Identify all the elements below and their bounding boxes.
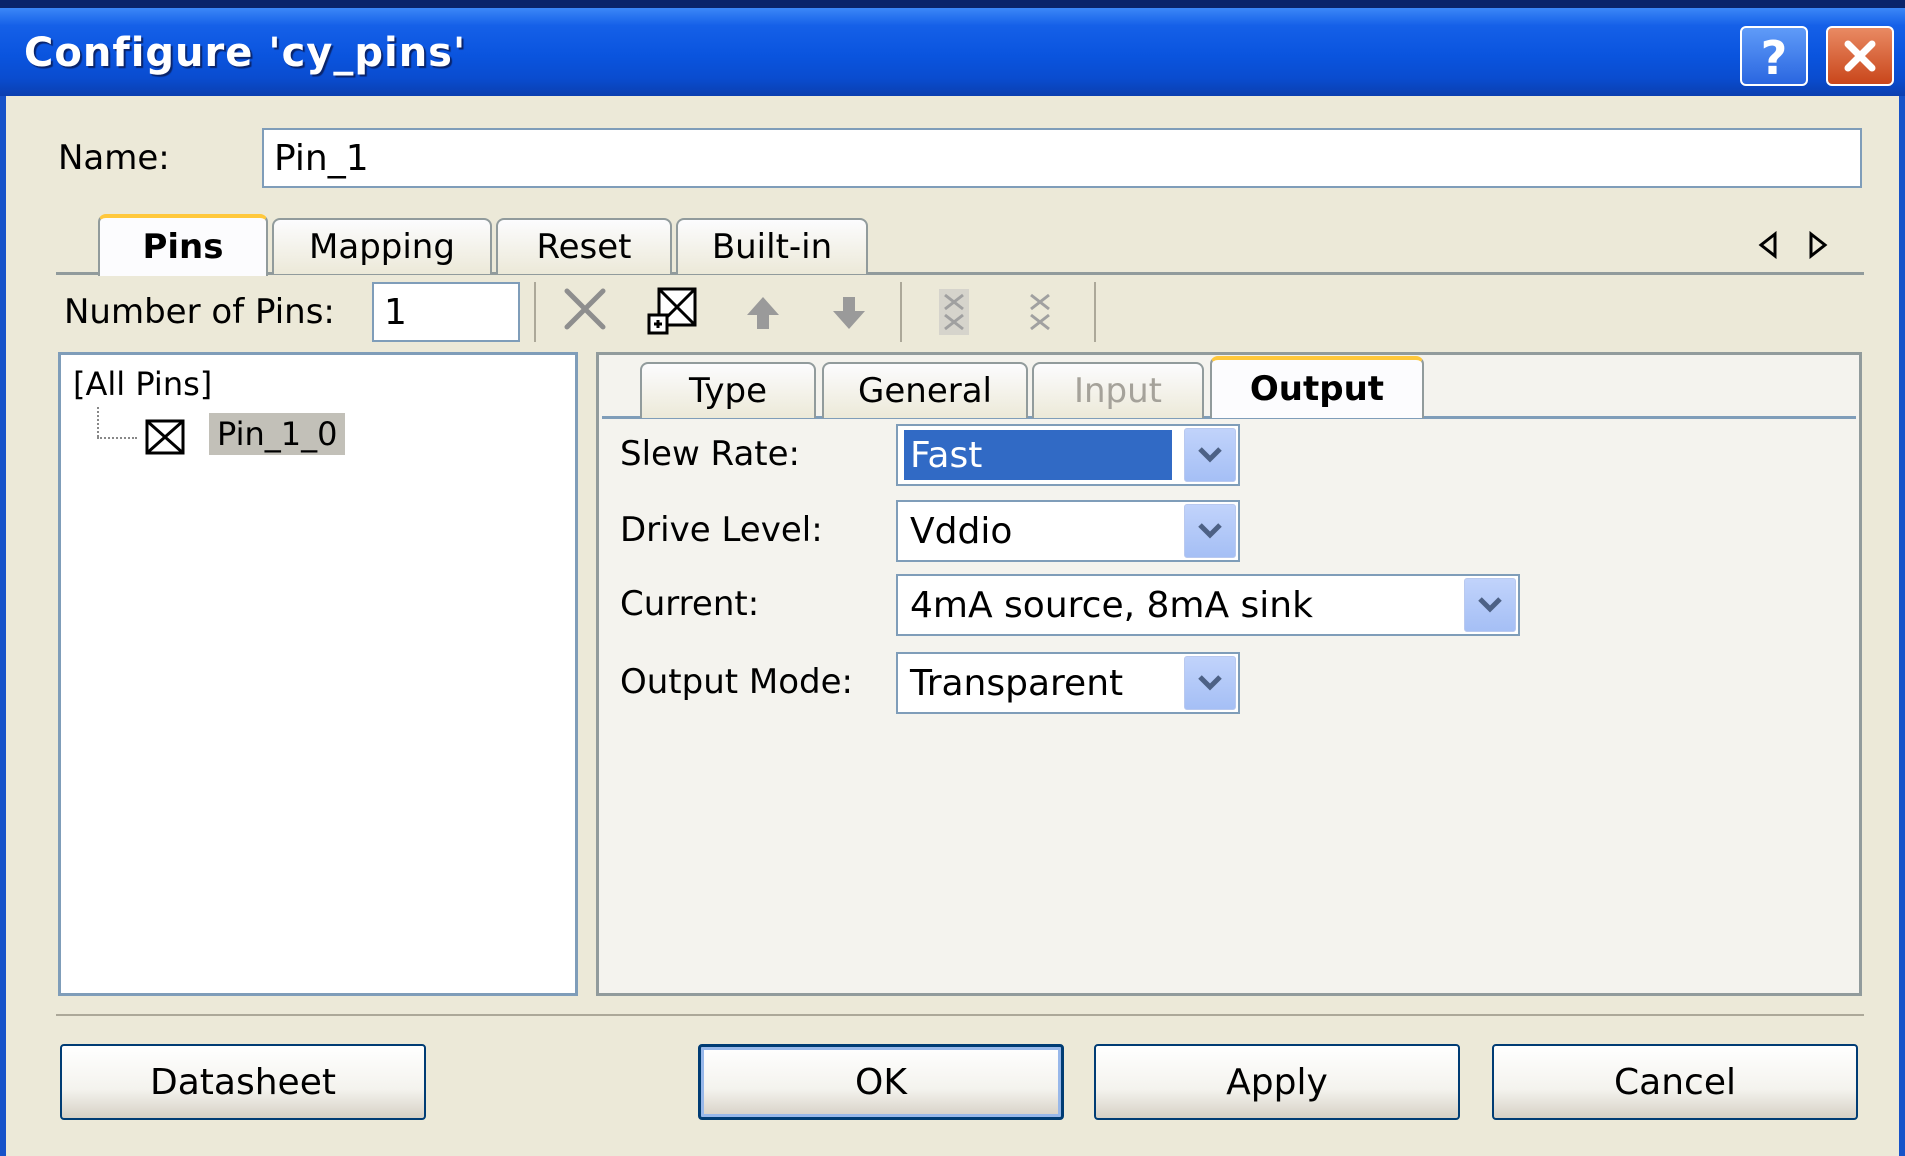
tab-output[interactable]: Output bbox=[1210, 356, 1424, 418]
current-label: Current: bbox=[620, 584, 760, 624]
tab-reset[interactable]: Reset bbox=[496, 218, 672, 274]
move-down-icon[interactable] bbox=[826, 290, 872, 336]
scroll-right-icon[interactable] bbox=[1802, 228, 1834, 262]
chevron-down-icon[interactable] bbox=[1184, 504, 1236, 558]
pair-icon[interactable] bbox=[934, 286, 974, 338]
number-of-pins-label: Number of Pins: bbox=[64, 292, 335, 332]
name-label: Name: bbox=[58, 138, 170, 178]
tab-pins[interactable]: Pins bbox=[98, 214, 268, 276]
add-pin-icon[interactable] bbox=[644, 284, 700, 340]
tree-line-horizontal bbox=[97, 437, 137, 441]
tab-mapping[interactable]: Mapping bbox=[272, 218, 492, 274]
window-title: Configure 'cy_pins' bbox=[24, 30, 467, 76]
chevron-down-icon[interactable] bbox=[1184, 428, 1236, 482]
pin-tree-panel[interactable]: [All Pins] Pin_1_0 bbox=[58, 352, 578, 996]
number-of-pins-input[interactable]: 1 bbox=[372, 282, 520, 342]
tree-root-all-pins[interactable]: [All Pins] bbox=[73, 365, 212, 403]
slew-rate-value: Fast bbox=[904, 430, 1172, 480]
delete-icon[interactable] bbox=[560, 284, 610, 334]
bottom-separator bbox=[56, 1014, 1864, 1016]
slew-rate-label: Slew Rate: bbox=[620, 434, 800, 474]
cancel-button[interactable]: Cancel bbox=[1492, 1044, 1858, 1120]
tree-item-pin-1-0[interactable]: Pin_1_0 bbox=[209, 413, 346, 455]
chevron-down-icon[interactable] bbox=[1184, 656, 1236, 710]
drive-level-value: Vddio bbox=[910, 510, 1013, 552]
tab-input: Input bbox=[1032, 362, 1204, 418]
tab-type[interactable]: Type bbox=[640, 362, 816, 418]
help-button[interactable]: ? bbox=[1740, 26, 1808, 86]
current-value: 4mA source, 8mA sink bbox=[910, 584, 1313, 626]
drive-level-select[interactable]: Vddio bbox=[896, 500, 1240, 562]
help-icon: ? bbox=[1761, 32, 1788, 80]
output-mode-label: Output Mode: bbox=[620, 662, 854, 702]
close-icon bbox=[1844, 40, 1876, 72]
output-mode-select[interactable]: Transparent bbox=[896, 652, 1240, 714]
ok-button[interactable]: OK bbox=[698, 1044, 1064, 1120]
drive-level-label: Drive Level: bbox=[620, 510, 823, 550]
pin-icon bbox=[143, 417, 187, 457]
move-up-icon[interactable] bbox=[740, 290, 786, 336]
datasheet-button[interactable]: Datasheet bbox=[60, 1044, 426, 1120]
current-select[interactable]: 4mA source, 8mA sink bbox=[896, 574, 1520, 636]
toolbar-separator bbox=[534, 282, 536, 342]
scroll-left-icon[interactable] bbox=[1752, 228, 1784, 262]
output-mode-value: Transparent bbox=[910, 662, 1124, 704]
toolbar-separator-3 bbox=[1094, 282, 1096, 342]
tab-built-in[interactable]: Built-in bbox=[676, 218, 868, 274]
name-input[interactable]: Pin_1 bbox=[262, 128, 1862, 188]
svg-text:?: ? bbox=[1761, 32, 1788, 80]
unpair-icon[interactable] bbox=[1020, 286, 1060, 338]
title-bar[interactable]: Configure 'cy_pins' ? bbox=[0, 0, 1905, 96]
apply-button[interactable]: Apply bbox=[1094, 1044, 1460, 1120]
tab-general[interactable]: General bbox=[822, 362, 1028, 418]
toolbar-separator-2 bbox=[900, 282, 902, 342]
close-button[interactable] bbox=[1826, 26, 1894, 86]
tree-line bbox=[97, 407, 101, 437]
slew-rate-select[interactable]: Fast bbox=[896, 424, 1240, 486]
chevron-down-icon[interactable] bbox=[1464, 578, 1516, 632]
